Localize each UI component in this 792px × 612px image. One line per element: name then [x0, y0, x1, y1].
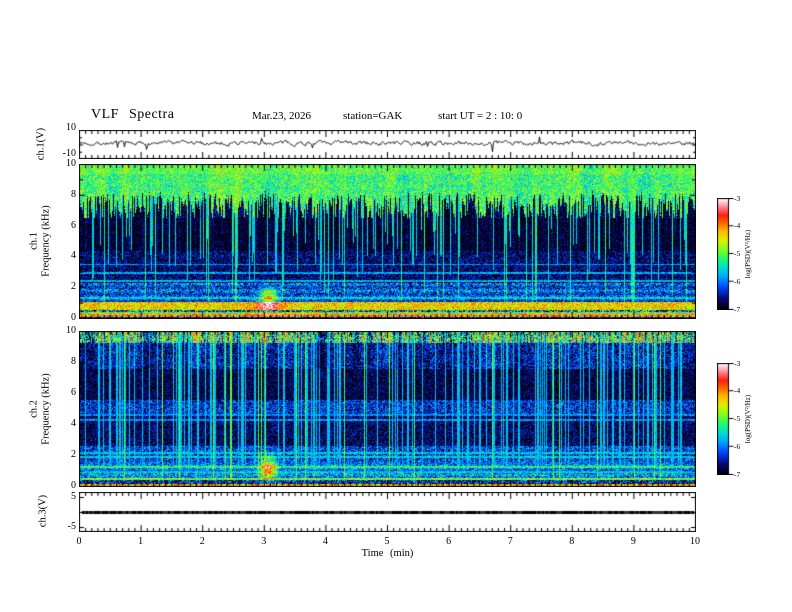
tick-label: 1: [138, 536, 144, 547]
x-axis-label: Time (min): [361, 548, 414, 559]
tick-label: -4: [734, 221, 741, 231]
tick-label: 6: [71, 219, 76, 231]
ch1-colorbar-label: log(PSD)(V²/Hz): [744, 229, 752, 279]
tick-label: 2: [71, 449, 76, 460]
ch2-colorbar-label: log(PSD)(V²/Hz): [744, 394, 752, 444]
tick-label: 6: [71, 387, 76, 398]
tick-label: 7: [507, 536, 513, 547]
tick-label: 6: [446, 536, 452, 547]
ch2-spec-ylabel-axis: Frequency (kHz): [40, 373, 51, 445]
ch1-waveform-plot: [79, 130, 696, 159]
ch2-colorbar: [717, 363, 734, 475]
ch1-colorbar: [717, 198, 734, 310]
ch1-wave-ytick-top: 10: [66, 122, 76, 133]
station-label: station=GAK: [343, 110, 403, 122]
tick-label: 9: [630, 536, 636, 547]
ch1-wave-ylabel: ch.1(V): [35, 127, 47, 161]
tick-label: 4: [322, 536, 328, 547]
tick-label: 2: [71, 281, 76, 293]
ch1-spec-ylabel-channel: ch.1: [28, 232, 40, 250]
tick-label: 10: [66, 325, 76, 336]
tick-label: -3: [734, 358, 741, 368]
vlf-spectra-figure: VLF Spectra Mar.23, 2026 station=GAK sta…: [0, 0, 792, 612]
date-label: Mar.23, 2026: [252, 110, 311, 122]
page-title: VLF Spectra: [91, 107, 175, 122]
tick-label: 4: [71, 418, 76, 429]
tick-label: -7: [734, 469, 741, 479]
tick-label: -6: [734, 441, 741, 451]
tick-label: 2: [199, 536, 205, 547]
tick-label: -3: [734, 193, 741, 203]
tick-label: 10: [690, 536, 700, 547]
ch3-waveform-plot: [79, 492, 696, 532]
tick-label: 8: [71, 188, 76, 200]
ch1-spectrogram: [79, 164, 696, 319]
ch2-spec-ylabel: ch.2 Frequency (kHz): [29, 373, 52, 444]
tick-label: 3: [261, 536, 267, 547]
tick-label: 8: [71, 356, 76, 367]
ch1-spec-ylabel: ch.1 Frequency (kHz): [29, 205, 52, 276]
ch2-spectrogram: [79, 331, 696, 487]
tick-label: 4: [71, 250, 76, 262]
tick-label: 5: [384, 536, 390, 547]
tick-label: -5: [734, 249, 741, 258]
tick-label: -7: [734, 304, 741, 314]
ch1-wave-ytick-bottom: -10: [62, 148, 76, 159]
ch2-spec-ylabel-channel: ch.2: [28, 400, 40, 418]
ch3-wave-ylabel: ch.3(V): [37, 494, 49, 528]
tick-label: 0: [76, 536, 82, 547]
tick-label: 0: [71, 312, 76, 323]
tick-label: -5: [734, 414, 741, 423]
ch3-wave-ytick-bottom: -5: [67, 521, 76, 532]
start-ut-label: start UT = 2 : 10: 0: [438, 110, 523, 122]
ch3-wave-ytick-top: 5: [71, 491, 76, 502]
tick-label: -4: [734, 386, 741, 396]
ch1-spec-ylabel-axis: Frequency (kHz): [40, 205, 51, 277]
tick-label: -6: [734, 276, 741, 286]
tick-label: 8: [569, 536, 575, 547]
